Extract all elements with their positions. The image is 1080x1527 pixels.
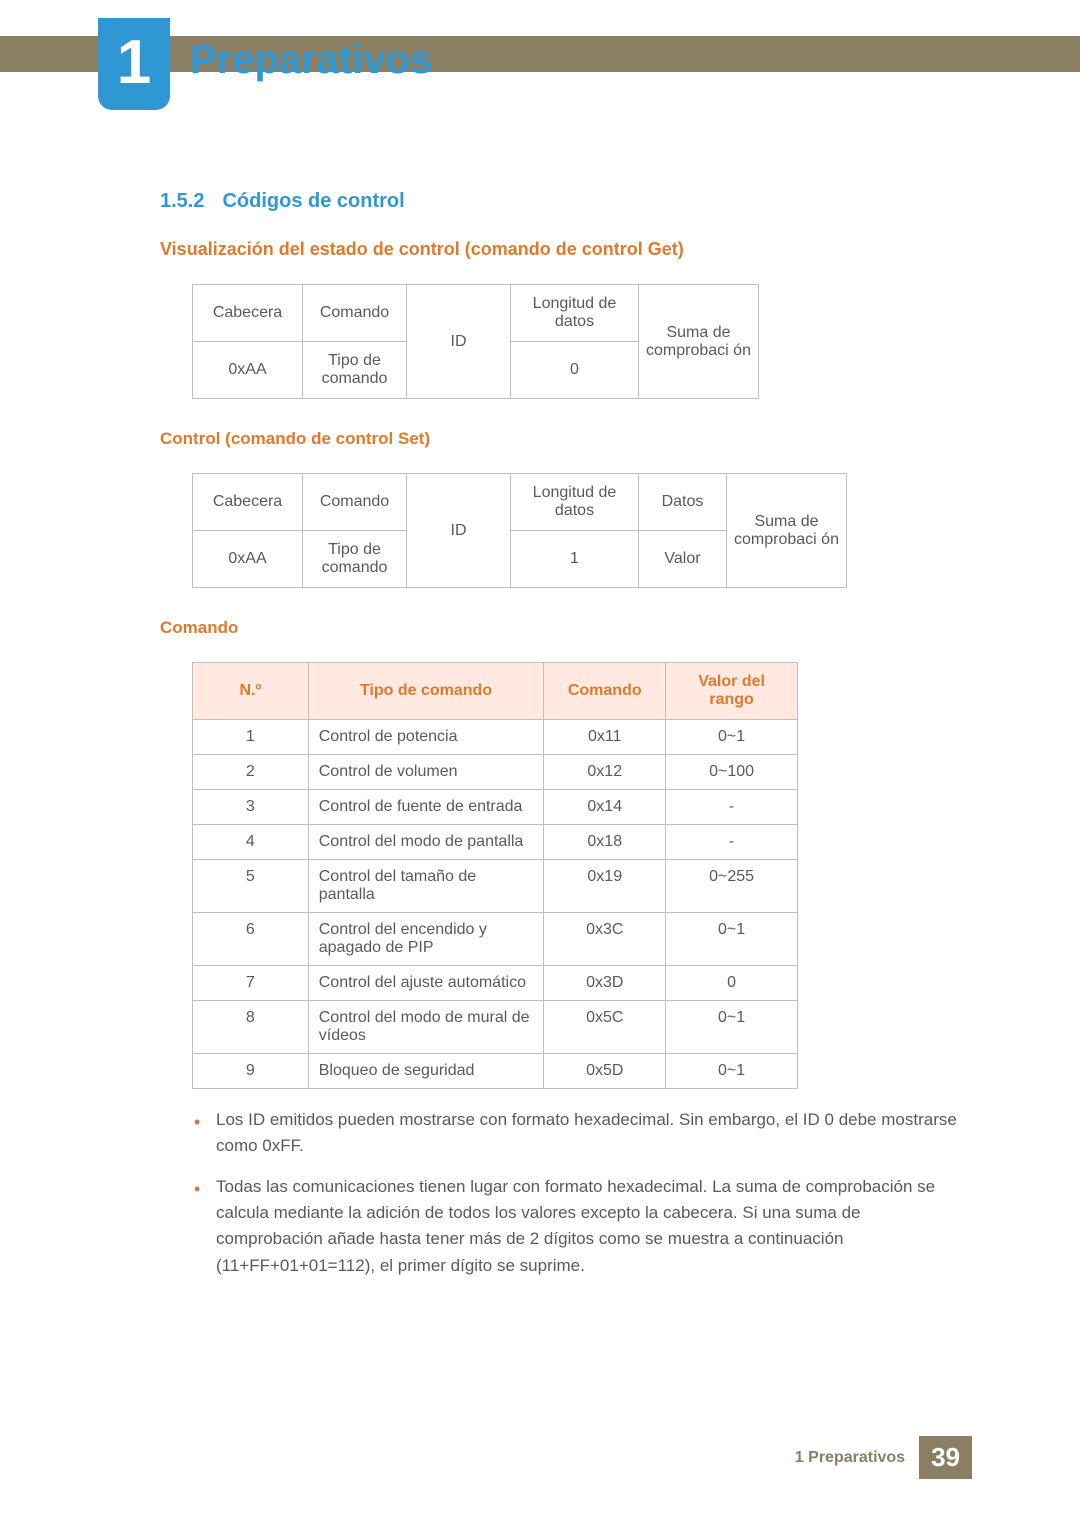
table-row: Cabecera Comando ID Longitud de datos Da…	[193, 474, 847, 531]
chapter-badge: 1	[98, 18, 170, 110]
section-heading: 1.5.2 Códigos de control	[160, 190, 970, 213]
note-item: Todas las comunicaciones tienen lugar co…	[190, 1174, 970, 1279]
cell-command-val: Tipo de comando	[303, 531, 407, 588]
cell-length-val: 0	[511, 342, 639, 399]
cell-checksum: Suma de comprobaci ón	[727, 474, 847, 588]
cell-num: 5	[193, 860, 309, 913]
section-title: Códigos de control	[222, 190, 404, 212]
cell-cmd: 0x5D	[544, 1054, 666, 1089]
cell-tipo: Control del encendido y apagado de PIP	[308, 913, 544, 966]
table-row: Cabecera Comando ID Longitud de datos Su…	[193, 285, 759, 342]
cell-checksum: Suma de comprobaci ón	[639, 285, 759, 399]
cell-length: Longitud de datos	[511, 285, 639, 342]
cell-tipo: Control del tamaño de pantalla	[308, 860, 544, 913]
chapter-number: 1	[117, 27, 151, 98]
table-row: 2Control de volumen0x120~100	[193, 755, 798, 790]
get-heading: Visualización del estado de control (com…	[160, 239, 970, 260]
cell-data: Datos	[639, 474, 727, 531]
cell-num: 6	[193, 913, 309, 966]
set-table: Cabecera Comando ID Longitud de datos Da…	[192, 473, 847, 588]
cell-header: Cabecera	[193, 474, 303, 531]
cell-range: 0~100	[666, 755, 798, 790]
cell-length: Longitud de datos	[511, 474, 639, 531]
page-content: 1.5.2 Códigos de control Visualización de…	[160, 190, 970, 1293]
command-heading: Comando	[160, 618, 970, 638]
cell-cmd: 0x5C	[544, 1001, 666, 1054]
footer: 1 Preparativos 39	[795, 1436, 972, 1479]
set-heading: Control (comando de control Set)	[160, 429, 970, 449]
cell-tipo: Control del ajuste automático	[308, 966, 544, 1001]
cell-tipo: Control de volumen	[308, 755, 544, 790]
cell-cmd: 0x14	[544, 790, 666, 825]
table-header-row: N.º Tipo de comando Comando Valor del ra…	[193, 663, 798, 720]
get-table: Cabecera Comando ID Longitud de datos Su…	[192, 284, 759, 399]
footer-page: 39	[919, 1436, 972, 1479]
cell-length-val: 1	[511, 531, 639, 588]
table-row: 3Control de fuente de entrada0x14-	[193, 790, 798, 825]
cell-header-val: 0xAA	[193, 342, 303, 399]
cell-cmd: 0x3C	[544, 913, 666, 966]
table-row: 9Bloqueo de seguridad0x5D0~1	[193, 1054, 798, 1089]
cell-data-val: Valor	[639, 531, 727, 588]
cell-cmd: 0x12	[544, 755, 666, 790]
cell-id: ID	[407, 474, 511, 588]
col-range: Valor del rango	[666, 663, 798, 720]
cell-cmd: 0x3D	[544, 966, 666, 1001]
table-row: 8Control del modo de mural de vídeos0x5C…	[193, 1001, 798, 1054]
cell-tipo: Control de fuente de entrada	[308, 790, 544, 825]
cell-range: 0~1	[666, 1054, 798, 1089]
cell-num: 9	[193, 1054, 309, 1089]
cell-command: Comando	[303, 474, 407, 531]
cell-num: 2	[193, 755, 309, 790]
cell-tipo: Control del modo de mural de vídeos	[308, 1001, 544, 1054]
table-row: 7Control del ajuste automático0x3D0	[193, 966, 798, 1001]
col-cmd: Comando	[544, 663, 666, 720]
col-tipo: Tipo de comando	[308, 663, 544, 720]
cell-range: -	[666, 790, 798, 825]
col-num: N.º	[193, 663, 309, 720]
cell-num: 3	[193, 790, 309, 825]
cell-header-val: 0xAA	[193, 531, 303, 588]
cell-command-val: Tipo de comando	[303, 342, 407, 399]
cell-range: 0~255	[666, 860, 798, 913]
cell-range: -	[666, 825, 798, 860]
cell-cmd: 0x11	[544, 720, 666, 755]
cell-num: 4	[193, 825, 309, 860]
cell-num: 8	[193, 1001, 309, 1054]
cell-range: 0~1	[666, 720, 798, 755]
table-row: 5Control del tamaño de pantalla0x190~255	[193, 860, 798, 913]
table-row: 1Control de potencia0x110~1	[193, 720, 798, 755]
table-row: 4Control del modo de pantalla0x18-	[193, 825, 798, 860]
cell-range: 0	[666, 966, 798, 1001]
cell-range: 0~1	[666, 1001, 798, 1054]
section-number: 1.5.2	[160, 190, 204, 212]
footer-label: 1 Preparativos	[795, 1449, 905, 1467]
chapter-title: Preparativos	[190, 38, 432, 83]
cell-range: 0~1	[666, 913, 798, 966]
cell-tipo: Bloqueo de seguridad	[308, 1054, 544, 1089]
cell-num: 1	[193, 720, 309, 755]
notes-list: Los ID emitidos pueden mostrarse con for…	[190, 1107, 970, 1279]
cell-command: Comando	[303, 285, 407, 342]
cell-num: 7	[193, 966, 309, 1001]
table-row: 6Control del encendido y apagado de PIP0…	[193, 913, 798, 966]
cell-tipo: Control de potencia	[308, 720, 544, 755]
cell-tipo: Control del modo de pantalla	[308, 825, 544, 860]
cell-cmd: 0x19	[544, 860, 666, 913]
commands-table: N.º Tipo de comando Comando Valor del ra…	[192, 662, 798, 1089]
note-item: Los ID emitidos pueden mostrarse con for…	[190, 1107, 970, 1160]
cell-header: Cabecera	[193, 285, 303, 342]
commands-tbody: 1Control de potencia0x110~12Control de v…	[193, 720, 798, 1089]
cell-id: ID	[407, 285, 511, 399]
cell-cmd: 0x18	[544, 825, 666, 860]
